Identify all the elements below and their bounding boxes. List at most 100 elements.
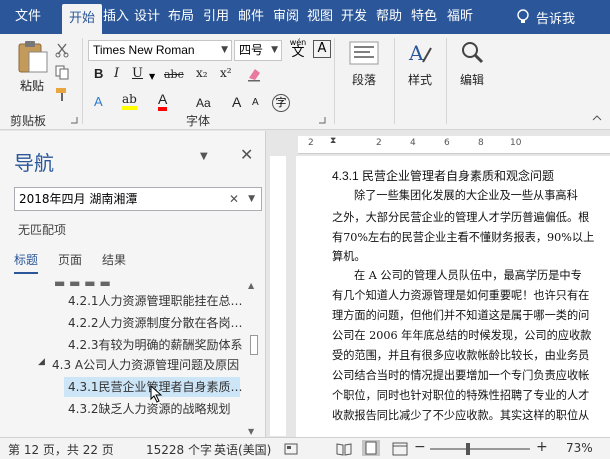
document-line: 算机。 bbox=[332, 250, 366, 263]
ribbon-tab-bar: 文件 开始 插入 设计 布局 引用 邮件 审阅 视图 开发 帮助 特色 福昕 告… bbox=[0, 0, 610, 34]
enclose-characters-button[interactable]: 字 bbox=[272, 94, 290, 112]
tab-developer[interactable]: 开发 bbox=[340, 0, 368, 34]
font-name-value: Times New Roman bbox=[93, 43, 195, 57]
scrollbar[interactable]: ▲ ▼ bbox=[248, 281, 260, 437]
character-border-button[interactable]: A bbox=[313, 40, 331, 58]
tab-foxit[interactable]: 福昕 bbox=[446, 0, 474, 34]
tab-file[interactable]: 文件 bbox=[6, 0, 50, 34]
scrollbar-thumb[interactable] bbox=[250, 335, 258, 355]
tab-references[interactable]: 引用 bbox=[202, 0, 230, 34]
word-count[interactable]: 15228 个字 bbox=[146, 441, 212, 458]
dialog-launcher-icon[interactable] bbox=[70, 116, 78, 124]
tree-item[interactable]: 4.2.3有较为明确的薪酬奖励体系 bbox=[68, 335, 243, 355]
shrink-font-button[interactable]: A bbox=[252, 97, 259, 108]
clear-icon[interactable]: ✕ bbox=[229, 188, 239, 210]
dialog-launcher-icon[interactable] bbox=[318, 116, 326, 124]
tab-design[interactable]: 设计 bbox=[133, 0, 161, 34]
chevron-down-icon[interactable]: ▼ bbox=[271, 41, 278, 60]
indent-marker-icon[interactable]: ⧗ bbox=[330, 136, 336, 146]
superscript-button[interactable]: x² bbox=[220, 66, 232, 80]
magnifier-icon bbox=[462, 42, 484, 64]
tab-layout[interactable]: 布局 bbox=[167, 0, 195, 34]
grow-font-button[interactable]: A bbox=[232, 94, 241, 110]
ruler-number: 4 bbox=[410, 138, 416, 148]
underline-button[interactable]: U bbox=[132, 66, 143, 81]
ribbon: 粘贴 剪贴板 Times New Roman ▼ 四号 ▼ wén 文 A B … bbox=[0, 34, 610, 130]
zoom-in-button[interactable]: + bbox=[536, 439, 548, 455]
ruler-number: 8 bbox=[478, 138, 484, 148]
page-count[interactable]: 第 12 页，共 22 页 bbox=[8, 441, 114, 458]
document-line: 个职位，同时也针对职位的特殊性招聘了专业的人才 bbox=[332, 389, 590, 402]
language-indicator[interactable]: 英语(美国) bbox=[214, 441, 271, 458]
strikethrough-button[interactable]: abc bbox=[164, 68, 184, 81]
tab-help[interactable]: 帮助 bbox=[375, 0, 403, 34]
clear-formatting-icon[interactable] bbox=[246, 66, 262, 82]
zoom-level[interactable]: 73% bbox=[566, 441, 593, 455]
tab-pages[interactable]: 页面 bbox=[58, 251, 82, 274]
paragraph-label: 段落 bbox=[351, 73, 376, 87]
lightbulb-icon bbox=[517, 9, 529, 23]
navigation-title: 导航 bbox=[14, 151, 54, 175]
tab-results[interactable]: 结果 bbox=[102, 251, 126, 274]
horizontal-ruler[interactable]: 2 2 4 6 8 10 ⧗ bbox=[298, 136, 610, 154]
print-layout-icon[interactable] bbox=[362, 440, 380, 456]
pane-options-icon[interactable]: ▼ bbox=[200, 151, 208, 162]
scroll-down-icon[interactable]: ▼ bbox=[248, 427, 254, 436]
close-icon[interactable]: ✕ bbox=[240, 145, 253, 164]
change-case-button[interactable]: Aa bbox=[196, 96, 211, 110]
zoom-slider-thumb[interactable] bbox=[466, 443, 470, 455]
font-color-button[interactable]: A bbox=[158, 92, 168, 111]
font-size-combobox[interactable]: 四号 ▼ bbox=[234, 40, 282, 61]
tab-view[interactable]: 视图 bbox=[306, 0, 334, 34]
italic-button[interactable]: I bbox=[114, 66, 119, 81]
tab-insert[interactable]: 插入 bbox=[102, 0, 130, 34]
cut-icon[interactable] bbox=[54, 42, 70, 58]
document-heading: 4.3.1 民营企业管理者自身素质和观念问题 bbox=[332, 169, 555, 183]
web-layout-icon[interactable] bbox=[392, 442, 408, 456]
ruler-number: 6 bbox=[444, 138, 450, 148]
styles-button[interactable]: A 样式 bbox=[400, 38, 440, 88]
zoom-slider[interactable] bbox=[430, 443, 530, 455]
copy-icon[interactable] bbox=[54, 64, 70, 80]
group-separator bbox=[394, 38, 395, 124]
vertical-ruler[interactable] bbox=[270, 156, 286, 436]
phonetic-guide-button[interactable]: wén 文 bbox=[287, 38, 309, 59]
paste-button[interactable]: 粘贴 bbox=[10, 38, 54, 94]
chevron-down-icon[interactable]: ▼ bbox=[221, 41, 228, 60]
chevron-down-icon[interactable]: ▼ bbox=[248, 188, 255, 210]
subscript-button[interactable]: x₂ bbox=[196, 66, 208, 80]
ruler-number: 2 bbox=[376, 138, 382, 148]
paragraph-button[interactable]: 段落 bbox=[344, 38, 384, 88]
ruler-number: 2 bbox=[308, 138, 314, 148]
tab-mailings[interactable]: 邮件 bbox=[237, 0, 265, 34]
styles-icon: A bbox=[408, 41, 432, 65]
search-input[interactable]: 2018年四月 湖南湘潭 ✕ ▼ bbox=[14, 187, 262, 211]
document-line: 在 A 公司的管理人员队伍中，最高学历是中专 bbox=[354, 269, 582, 282]
macro-record-icon[interactable] bbox=[284, 442, 298, 456]
font-name-combobox[interactable]: Times New Roman ▼ bbox=[88, 40, 232, 61]
document-line: 公司在 2006 年年底总结的时候发现，公司的应收款 bbox=[332, 329, 592, 342]
zoom-out-button[interactable]: − bbox=[414, 439, 426, 455]
bold-button[interactable]: B bbox=[94, 66, 103, 81]
editing-button[interactable]: 编辑 bbox=[452, 38, 492, 88]
tab-featured[interactable]: 特色 bbox=[410, 0, 438, 34]
format-painter-icon[interactable] bbox=[54, 86, 70, 102]
collapse-ribbon-icon[interactable] bbox=[592, 114, 602, 122]
search-value: 2018年四月 湖南湘潭 bbox=[19, 192, 138, 206]
paragraph-icon bbox=[349, 41, 379, 65]
tell-me-search[interactable]: 告诉我 bbox=[516, 0, 575, 34]
tab-headings[interactable]: 标题 bbox=[14, 251, 39, 274]
collapse-triangle-icon[interactable]: ◢ bbox=[38, 357, 45, 367]
read-mode-icon[interactable] bbox=[336, 442, 352, 456]
text-effects-button[interactable]: A bbox=[94, 94, 103, 109]
tree-item[interactable]: 4.3 A公司人力资源管理问题及原因 bbox=[52, 355, 239, 375]
tree-item[interactable]: 4.2.1人力资源管理职能挂在总… bbox=[68, 291, 243, 311]
highlight-button[interactable]: ab bbox=[122, 92, 137, 110]
tab-review[interactable]: 审阅 bbox=[272, 0, 300, 34]
tell-me-label: 告诉我 bbox=[536, 11, 576, 27]
chevron-down-icon[interactable]: ▼ bbox=[149, 72, 155, 81]
tab-home[interactable]: 开始 bbox=[62, 4, 102, 34]
tree-item[interactable]: 4.2.2人力资源制度分散在各岗… bbox=[68, 313, 243, 333]
scroll-up-icon[interactable]: ▲ bbox=[248, 281, 254, 290]
no-match-text: 无匹配项 bbox=[18, 223, 67, 237]
